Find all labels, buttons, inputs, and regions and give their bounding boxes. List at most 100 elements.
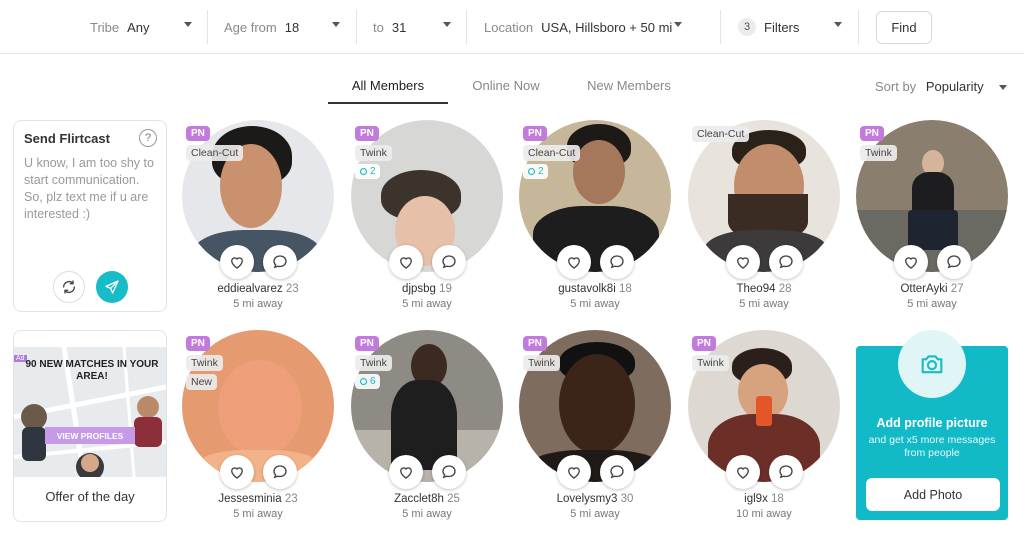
chat-bubble-icon [442,465,456,479]
member-card[interactable]: PN Twink 6 Zacclet8h 25 5 mi away [351,330,503,530]
pn-badge: PN [523,336,547,351]
tribe-label: Tribe [90,19,120,35]
member-distance: 5 mi away [739,298,789,310]
heart-icon [568,467,580,479]
divider [720,10,721,44]
message-button[interactable] [769,455,803,489]
message-button[interactable] [432,455,466,489]
member-card[interactable]: PN Twink New Jessesminia 23 5 mi away [182,330,334,530]
member-distance: 5 mi away [907,298,957,310]
age-from-filter[interactable]: Age from 18 [224,10,356,44]
profile-photo[interactable] [688,120,840,272]
like-button[interactable] [726,455,760,489]
view-profiles-button[interactable]: VIEW PROFILES [45,427,135,444]
filters-label: Filters [764,19,800,35]
member-name: gustavolk8i [558,283,616,295]
pn-badge: PN [860,126,884,141]
like-button[interactable] [557,245,591,279]
pn-badge: PN [186,126,210,141]
profile-photo[interactable] [519,120,671,272]
tribe-tag: Clean-Cut [186,145,244,161]
video-count: 2 [370,166,376,177]
send-flirtcast-button[interactable] [96,271,128,303]
member-name: eddiealvarez [217,283,283,295]
like-button[interactable] [726,245,760,279]
profile-photo[interactable] [182,120,334,272]
member-distance: 5 mi away [402,298,452,310]
new-tag: New [186,374,218,390]
paper-plane-icon [105,280,119,294]
member-distance: 5 mi away [570,508,620,520]
like-button[interactable] [220,455,254,489]
refresh-button[interactable] [53,271,85,303]
tab-online-now[interactable]: Online Now [456,78,556,102]
profile-photo[interactable] [688,330,840,482]
message-button[interactable] [432,245,466,279]
more-filters[interactable]: 3 Filters [738,10,858,44]
like-button[interactable] [220,245,254,279]
member-card[interactable]: PN Twink 2 djpsbg 19 5 mi away [351,120,503,320]
video-icon [359,167,368,176]
tab-new-members[interactable]: New Members [574,78,684,102]
message-button[interactable] [263,455,297,489]
filter-bar: Tribe Any Age from 18 to 31 Location USA… [0,0,1024,54]
refresh-icon [63,280,75,294]
video-count-badge: 2 [355,164,380,179]
member-card[interactable]: Clean-Cut Theo94 28 5 mi away [688,120,840,320]
member-name: Zacclet8h [394,493,444,505]
member-card[interactable]: PN Clean-Cut eddiealvarez 23 5 mi away [182,120,334,320]
member-age: 18 [771,493,784,505]
tribe-filter[interactable]: Tribe Any [90,10,208,44]
help-icon[interactable]: ? [139,129,157,147]
profile-photo[interactable] [519,330,671,482]
pn-badge: PN [186,336,210,351]
like-button[interactable] [557,455,591,489]
active-tab-indicator [328,102,448,104]
member-distance: 5 mi away [233,298,283,310]
tribe-tag: Twink [523,355,560,371]
camera-button[interactable] [898,330,966,398]
age-from-label: Age from [224,19,277,35]
chat-bubble-icon [779,465,793,479]
like-button[interactable] [894,245,928,279]
member-name: OtterAyki [900,283,948,295]
promo-subtitle: and get x5 more messages from people [868,434,996,459]
member-age: 27 [950,283,964,295]
chevron-down-icon [443,22,451,27]
video-count: 2 [538,166,544,177]
offer-card[interactable]: Ad 90 NEW MATCHES IN YOUR AREA! VIEW PRO… [13,330,167,522]
message-button[interactable] [600,455,634,489]
chat-bubble-icon [610,255,624,269]
member-name: igl9x [744,493,768,505]
add-photo-button[interactable]: Add Photo [866,478,1000,511]
age-to-filter[interactable]: to 31 [373,10,467,44]
profile-photo[interactable] [182,330,334,482]
flirtcast-card: Send Flirtcast ? U know, I am too shy to… [13,120,167,312]
member-name-line: Theo94 28 [688,283,840,295]
member-card[interactable]: PN Clean-Cut 2 gustavolk8i 18 5 mi away [519,120,671,320]
location-filter[interactable]: Location USA, Hillsboro + 50 mi [484,10,698,44]
member-card[interactable]: PN Twink Lovelysmy3 30 5 mi away [519,330,671,530]
video-count-badge: 2 [523,164,548,179]
profile-photo[interactable] [351,120,503,272]
message-button[interactable] [263,245,297,279]
sort-dropdown[interactable]: Sort by Popularity [875,79,1008,94]
like-button[interactable] [389,455,423,489]
message-button[interactable] [600,245,634,279]
member-card[interactable]: PN Twink igl9x 18 10 mi away [688,330,840,530]
profile-photo[interactable] [351,330,503,482]
member-card[interactable]: PN Twink OtterAyki 27 5 mi away [856,120,1008,320]
chat-bubble-icon [273,465,287,479]
member-name-line: gustavolk8i 18 [519,283,671,295]
tribe-tag: Twink [355,145,392,161]
like-button[interactable] [389,245,423,279]
flirtcast-message[interactable]: U know, I am too shy to start communicat… [24,155,160,223]
member-age: 25 [447,493,460,505]
message-button[interactable] [769,245,803,279]
message-button[interactable] [937,245,971,279]
tab-all-members[interactable]: All Members [328,78,448,102]
member-age: 30 [620,493,634,505]
find-button[interactable]: Find [876,11,932,44]
member-distance: 5 mi away [402,508,452,520]
profile-photo[interactable] [856,120,1008,272]
